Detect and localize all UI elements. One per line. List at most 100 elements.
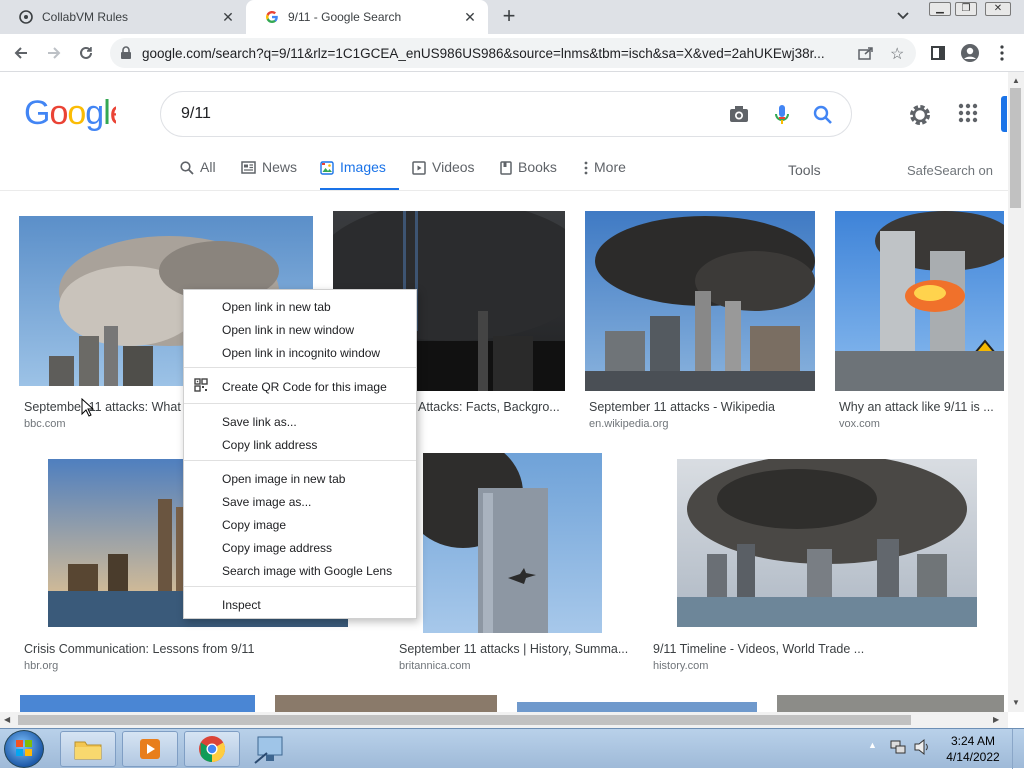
result-title[interactable]: Why an attack like 9/11 is ... [839, 400, 999, 414]
share-icon[interactable] [858, 46, 874, 63]
show-desktop-button[interactable] [1012, 729, 1024, 769]
network-app-icon[interactable] [252, 733, 288, 768]
settings-gear-icon[interactable] [907, 102, 933, 128]
system-clock[interactable]: 3:24 AM 4/14/2022 [940, 733, 1006, 765]
tab-videos[interactable]: Videos [412, 159, 475, 191]
result-source[interactable]: history.com [653, 660, 708, 672]
close-window-button[interactable]: ✕ [985, 2, 1011, 16]
image-result-vox[interactable] [835, 211, 1004, 391]
result-title[interactable]: Crisis Communication: Lessons from 9/11 [24, 642, 324, 656]
image-result-partial[interactable] [777, 695, 1004, 712]
scroll-right-icon[interactable]: ▶ [993, 715, 999, 724]
safesearch-toggle[interactable]: SafeSearch on [907, 163, 993, 178]
search-input[interactable]: 9/11 [181, 105, 211, 123]
url-text[interactable]: google.com/search?q=9/11&rlz=1C1GCEA_enU… [142, 46, 852, 61]
menu-divider [184, 460, 416, 461]
vertical-scrollbar[interactable]: ▲ ▼ [1008, 72, 1024, 712]
result-source[interactable]: bbc.com [24, 418, 66, 430]
media-player-icon[interactable] [122, 731, 178, 767]
chevron-down-icon[interactable] [896, 8, 914, 26]
more-vertical-icon [584, 161, 588, 178]
google-apps-grid-icon[interactable] [958, 103, 982, 127]
menu-item-open-new-tab[interactable]: Open link in new tab [222, 300, 331, 314]
image-result-partial[interactable] [517, 702, 757, 712]
menu-kebab-icon[interactable] [990, 41, 1014, 65]
forward-arrow-icon[interactable] [42, 41, 66, 65]
book-icon [500, 161, 512, 178]
result-source[interactable]: en.wikipedia.org [589, 418, 669, 430]
tab-title: 9/11 - Google Search [288, 10, 402, 24]
close-tab-icon[interactable]: ✕ [220, 9, 236, 25]
search-icon[interactable] [813, 105, 833, 128]
tab-all-label: All [200, 159, 216, 175]
image-result-partial[interactable] [20, 695, 255, 712]
tools-button[interactable]: Tools [788, 162, 821, 178]
restore-window-button[interactable]: ❐ [955, 2, 977, 16]
result-title[interactable]: September 11 attacks | History, Summa... [399, 642, 629, 656]
result-source[interactable]: britannica.com [399, 660, 471, 672]
menu-divider [184, 367, 416, 368]
image-result-britannica[interactable] [423, 453, 602, 633]
menu-item-copy-image-address[interactable]: Copy image address [222, 541, 332, 555]
camera-lens-icon[interactable] [729, 105, 749, 126]
scrollbar-thumb[interactable] [1010, 88, 1021, 208]
result-title[interactable]: September 11 attacks - Wikipedia [589, 400, 809, 414]
menu-item-open-image-tab[interactable]: Open image in new tab [222, 472, 345, 486]
chrome-icon[interactable] [184, 731, 240, 767]
scrollbar-thumb[interactable] [18, 715, 911, 725]
bookmark-star-icon[interactable]: ☆ [890, 44, 904, 64]
tab-images-label: Images [340, 159, 386, 175]
address-bar[interactable]: google.com/search?q=9/11&rlz=1C1GCEA_enU… [110, 38, 916, 68]
horizontal-scrollbar[interactable]: ◀ ▶ [0, 712, 1008, 728]
menu-item-open-incognito[interactable]: Open link in incognito window [222, 346, 380, 360]
image-result-history[interactable] [677, 459, 977, 627]
tab-more[interactable]: More [584, 159, 626, 191]
tab-books[interactable]: Books [500, 159, 557, 191]
tab-images[interactable]: Images [320, 159, 399, 191]
minimize-window-button[interactable]: ▁ [929, 2, 951, 16]
profile-avatar-icon[interactable] [958, 41, 982, 65]
new-tab-icon[interactable]: + [498, 5, 520, 28]
network-tray-icon[interactable] [889, 738, 907, 759]
show-hidden-icons-chevron[interactable]: ▲ [868, 740, 877, 750]
result-title[interactable]: Attacks: Facts, Backgro... [418, 400, 568, 414]
menu-item-google-lens[interactable]: Search image with Google Lens [222, 564, 392, 578]
menu-item-create-qr[interactable]: Create QR Code for this image [222, 380, 387, 394]
tab-videos-label: Videos [432, 159, 475, 175]
result-title[interactable]: 9/11 Timeline - Videos, World Trade ... [653, 642, 868, 656]
windows-taskbar: ▲ 3:24 AM 4/14/2022 [0, 728, 1024, 769]
sign-in-button-edge[interactable] [1001, 96, 1007, 132]
reload-icon[interactable] [74, 41, 98, 65]
result-source[interactable]: vox.com [839, 418, 880, 430]
news-icon [241, 161, 256, 177]
search-box[interactable]: 9/11 [160, 91, 852, 137]
tab-google-search[interactable]: 9/11 - Google Search ✕ [246, 0, 488, 34]
result-title[interactable]: September 11 attacks: What [24, 400, 184, 414]
menu-item-copy-image[interactable]: Copy image [222, 518, 286, 532]
back-arrow-icon[interactable] [9, 41, 33, 65]
menu-item-save-image[interactable]: Save image as... [222, 495, 311, 509]
lock-icon[interactable] [120, 46, 132, 63]
volume-speaker-icon[interactable] [913, 738, 931, 759]
image-result-partial[interactable] [275, 695, 497, 712]
close-tab-icon[interactable]: ✕ [462, 9, 478, 25]
side-panel-icon[interactable] [926, 41, 950, 65]
menu-item-open-new-window[interactable]: Open link in new window [222, 323, 354, 337]
play-video-icon [412, 161, 426, 178]
file-explorer-icon[interactable] [60, 731, 116, 767]
menu-item-inspect[interactable]: Inspect [222, 598, 261, 612]
tab-news[interactable]: News [241, 159, 297, 191]
microphone-icon[interactable] [775, 104, 789, 129]
start-button-windows-icon[interactable] [4, 730, 44, 768]
image-result-wikipedia[interactable] [585, 211, 815, 391]
scroll-down-icon[interactable]: ▼ [1012, 698, 1020, 707]
menu-item-copy-link[interactable]: Copy link address [222, 438, 317, 452]
scroll-up-icon[interactable]: ▲ [1012, 76, 1020, 85]
menu-divider [184, 403, 416, 404]
scroll-left-icon[interactable]: ◀ [4, 715, 10, 724]
menu-item-save-link[interactable]: Save link as... [222, 415, 297, 429]
google-logo[interactable]: Google [24, 94, 129, 141]
result-source[interactable]: hbr.org [24, 660, 58, 672]
tab-all[interactable]: All [180, 159, 216, 191]
tab-collabvm-rules[interactable]: CollabVM Rules ✕ [0, 0, 246, 34]
